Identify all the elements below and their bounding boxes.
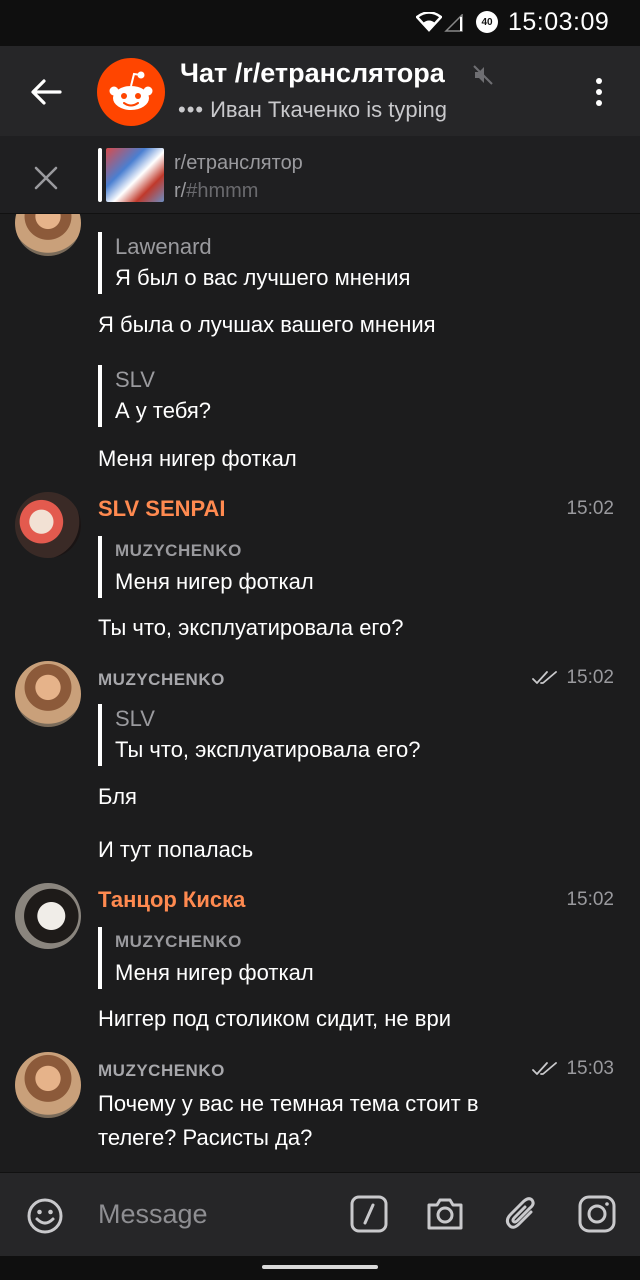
pinned-subtitle-prefix: r/ [174,180,187,202]
chat-title[interactable]: Чат /r/етранслятора [180,58,445,89]
instagram-icon[interactable] [578,1195,616,1233]
dot-icon [596,78,602,84]
bot-command-icon[interactable] [350,1195,388,1233]
double-check-icon [532,671,558,684]
message-time-text: 15:02 [566,667,614,688]
mute-icon [473,65,493,85]
message-time: 15:02 [566,889,614,911]
status-clock: 15:03:09 [508,8,610,36]
sender-name[interactable]: Танцор Киска [98,887,245,913]
message-text: Ниггер под столиком сидит, не ври [98,1006,451,1031]
pinned-title: r/етранслятор [174,152,303,174]
avatar[interactable] [15,1052,81,1118]
message-text: Почему у вас не темная тема стоит в теле… [98,1091,479,1150]
arrow-left-icon [31,79,62,105]
reply-quote[interactable]: SLV Ты что, эксплуатировала его? [98,704,598,766]
dot-icon [596,89,602,95]
quote-text: Ты что, эксплуатировала его? [115,737,421,762]
emoji-icon[interactable] [26,1197,64,1235]
message-text: Бля [98,784,137,809]
quote-text: Я был о вас лучшего мнения [115,265,411,290]
reddit-logo-icon [109,71,153,110]
typing-indicator: ••• Иван Ткаченко is typing [178,97,447,123]
close-icon[interactable] [28,160,64,196]
battery-indicator: 40 [476,11,498,33]
sender-name[interactable]: MUZYCHENKO [98,670,225,690]
chat-header: Чат /r/етранслятора ••• Иван Ткаченко is … [0,46,640,136]
message-text: Я была о лучшах вашего мнения [98,312,436,337]
message-time-text: 15:02 [566,889,614,910]
avatar[interactable] [15,661,81,727]
quote-author: Lawenard [115,234,212,259]
more-options-button[interactable] [584,74,614,110]
attachment-icon[interactable] [504,1195,540,1233]
pinned-subtitle: r/#hmmm [174,180,258,203]
reply-quote[interactable]: MUZYCHENKO Меня нигер фоткал [98,536,598,598]
quote-text: А у тебя? [115,398,211,423]
wifi-icon [416,12,442,32]
reply-quote[interactable]: SLV А у тебя? [98,365,598,427]
avatar[interactable] [15,214,81,256]
message-time: 15:03 [532,1058,614,1080]
avatar[interactable] [15,492,81,558]
message-text: Меня нигер фоткал [98,446,297,471]
typing-text: Иван Ткаченко is typing [210,97,447,122]
sender-name[interactable]: SLV SENPAI [98,496,226,522]
signal-icon [444,14,463,32]
message-input[interactable]: Message [98,1199,208,1230]
message-time: 15:02 [566,498,614,520]
message-time-text: 15:02 [566,498,614,519]
pinned-accent-bar [98,148,102,202]
sender-name[interactable]: MUZYCHENKO [98,1061,225,1081]
reply-quote[interactable]: MUZYCHENKO Меня нигер фоткал [98,927,598,989]
quote-author: SLV [115,367,155,392]
quote-author: SLV [115,706,155,731]
home-gesture-handle[interactable] [262,1265,378,1269]
chat-avatar[interactable] [97,58,165,126]
status-bar: 40 15:03:09 [0,0,640,46]
pinned-message-bar[interactable]: r/етранслятор r/#hmmm [0,136,640,214]
quote-text: Меня нигер фоткал [115,960,314,985]
camera-icon[interactable] [425,1195,465,1233]
reply-quote[interactable]: Lawenard Я был о вас лучшего мнения [98,232,598,294]
message-list[interactable]: Lawenard Я был о вас лучшего мнения Я бы… [0,214,640,1172]
message-time-text: 15:03 [566,1058,614,1079]
double-check-icon [532,1062,558,1075]
pinned-subtitle-hash: #hmmm [186,180,259,202]
message-composer: Message [0,1172,640,1256]
quote-author: MUZYCHENKO [115,541,242,560]
typing-dots: ••• [178,97,205,122]
message-time: 15:02 [532,667,614,689]
quote-text: Меня нигер фоткал [115,569,314,594]
dot-icon [596,100,602,106]
pinned-thumbnail [106,148,164,202]
avatar[interactable] [15,883,81,949]
message-text: Ты что, эксплуатировала его? [98,615,404,640]
back-button[interactable] [24,70,68,114]
system-nav-bar [0,1256,640,1280]
message-text: И тут попалась [98,837,254,862]
quote-author: MUZYCHENKO [115,932,242,951]
